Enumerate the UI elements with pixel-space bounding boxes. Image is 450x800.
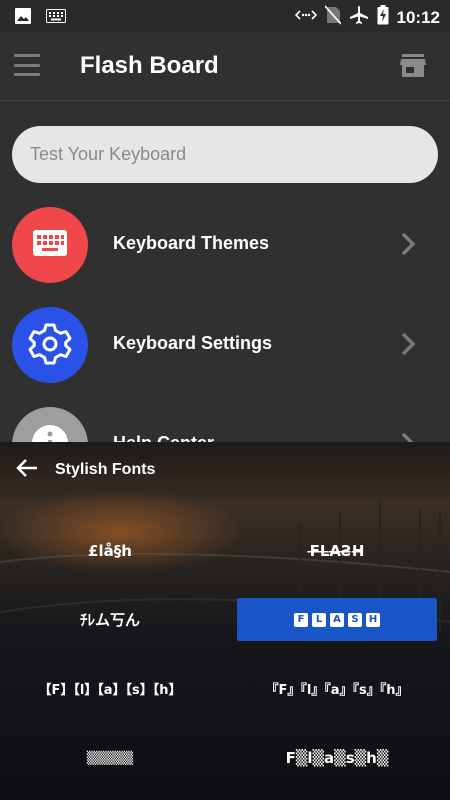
- keyboard-icon: [46, 9, 66, 28]
- app-title: Flash Board: [80, 52, 219, 79]
- letter-box: H: [366, 612, 380, 627]
- data-saver-icon: [294, 7, 317, 28]
- menu-item-keyboard-settings[interactable]: Keyboard Settings: [0, 307, 450, 397]
- test-keyboard-input[interactable]: [12, 126, 438, 183]
- font-option-1[interactable]: £lå§h: [10, 529, 210, 572]
- letter-box: S: [348, 612, 362, 627]
- no-sim-icon: [323, 5, 342, 30]
- status-bar: 10:12: [0, 0, 450, 32]
- menu-label-keyboard-themes: Keyboard Themes: [113, 233, 270, 253]
- airplane-icon: [349, 5, 369, 30]
- font-option-3[interactable]: ﾁﾚム丂ん: [10, 598, 210, 641]
- clock: 10:12: [396, 7, 440, 27]
- chevron-right-icon: [400, 231, 416, 262]
- keyboard-settings-circle: [12, 307, 88, 383]
- font-option-7[interactable]: ▒▒▒▒▒: [10, 736, 210, 779]
- keyboard-icon: [33, 229, 67, 261]
- font-option-4-selected[interactable]: F L A S H: [237, 598, 437, 641]
- menu-item-keyboard-themes[interactable]: Keyboard Themes: [0, 207, 450, 297]
- letter-box: F: [294, 612, 308, 627]
- keyboard-themes-circle: [12, 207, 88, 283]
- battery-charging-icon: [377, 5, 389, 30]
- menu-label-keyboard-settings: Keyboard Settings: [113, 333, 273, 353]
- store-icon[interactable]: [400, 54, 426, 83]
- hamburger-icon[interactable]: [14, 54, 40, 76]
- back-arrow-icon[interactable]: [16, 458, 38, 483]
- image-icon: [14, 7, 32, 30]
- font-option-6[interactable]: 『F』『l』『a』『s』『h』: [237, 667, 437, 710]
- gear-icon: [28, 321, 72, 370]
- chevron-right-icon: [400, 331, 416, 362]
- font-option-5[interactable]: 【F】【l】【a】【s】【h】: [10, 667, 210, 710]
- letter-box: A: [330, 612, 344, 627]
- font-option-8[interactable]: F▒l▒a▒s▒h▒: [237, 736, 437, 779]
- app-bar: Flash Board: [0, 32, 450, 101]
- letter-box: L: [312, 612, 326, 627]
- stylish-fonts-panel: Stylish Fonts £lå§h F̶L̶A̶Ƨ̶H̶ ﾁﾚム丂ん F L…: [0, 442, 450, 800]
- font-option-2[interactable]: F̶L̶A̶Ƨ̶H̶: [237, 529, 437, 572]
- stylish-fonts-title: Stylish Fonts: [55, 461, 156, 478]
